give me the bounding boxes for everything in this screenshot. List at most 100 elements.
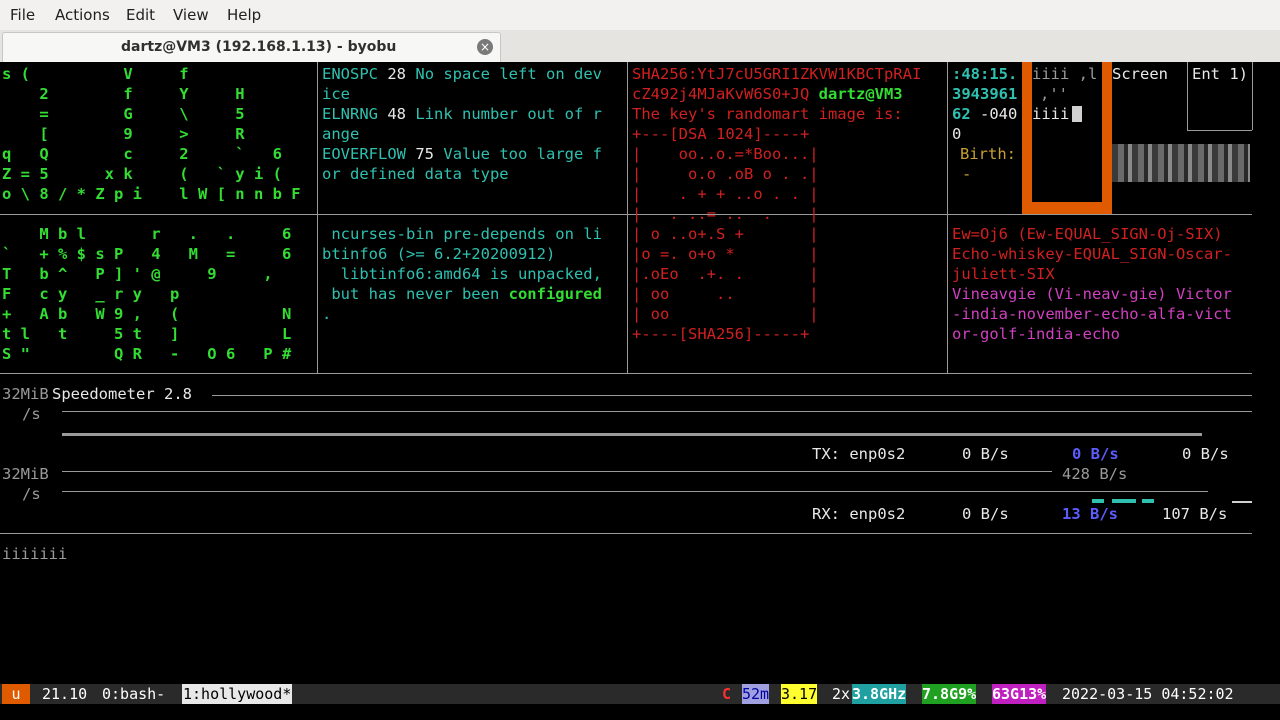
- orange-frame-right: [1102, 62, 1112, 212]
- randomart-row: |.oEo .+. . |: [632, 265, 819, 283]
- errno-desc-cont: ange: [322, 125, 360, 143]
- matrix-row: M b l r . . 6: [2, 225, 292, 243]
- matrix-row: ` + % $ s P 4 M = 6: [2, 245, 292, 263]
- rx-graph-bar: [1142, 499, 1154, 503]
- menu-view[interactable]: View: [173, 6, 209, 24]
- apt-line: but has never been: [322, 285, 509, 303]
- stat-birth: Birth:: [960, 145, 1016, 163]
- graph-line: [212, 395, 1252, 396]
- errno-name: EOVERFLOW: [322, 145, 406, 163]
- menu-actions[interactable]: Actions: [55, 6, 110, 24]
- graph-line: [62, 471, 1052, 472]
- noise-block: [1112, 144, 1250, 182]
- cpu-cores: 2x: [832, 685, 851, 703]
- errno-num: 75: [415, 145, 435, 163]
- orange-frame-left: [1022, 62, 1032, 212]
- stat-zero: 0: [952, 125, 962, 143]
- errno-name: ENOSPC: [322, 65, 378, 83]
- matrix-row: + A b W 9 , ( N: [2, 305, 292, 323]
- stat-screen: Screen: [1112, 65, 1168, 83]
- stat-time: :48:15.: [952, 65, 1018, 83]
- rx-label: RX: enp0s2: [812, 505, 906, 523]
- matrix-row: q Q c 2 ` 6: [2, 145, 282, 163]
- phonetic-line: Ew=Oj6 (Ew-EQUAL_SIGN-Oj-SIX): [952, 225, 1223, 243]
- stat-iiii: iiii ,l: [1032, 65, 1098, 83]
- randomart-row: | o.o .oB o . .|: [632, 165, 819, 183]
- matrix-row: o \ 8 / * Z p i l W [ n n b F: [2, 185, 301, 203]
- phonetic-line: Echo-whiskey-EQUAL_SIGN-Oscar-: [952, 245, 1232, 263]
- errno-desc: No space left on dev: [415, 65, 602, 83]
- cpu-frequency-badge: 3.8GHz: [852, 684, 907, 704]
- tx-unit-s: /s: [22, 405, 41, 423]
- stat-tz: -040: [980, 105, 1018, 123]
- tab-strip: dartz@VM3 (192.168.1.13) - byobu ×: [0, 30, 1280, 62]
- errno-name: ELNRNG: [322, 105, 378, 123]
- shell-output[interactable]: iiiiiii: [2, 544, 67, 564]
- menu-bar: File Actions Edit View Help: [0, 0, 1280, 31]
- errno-desc: Value too large f: [443, 145, 602, 163]
- ubuntu-logo-badge: u: [2, 684, 30, 704]
- menu-help[interactable]: Help: [227, 6, 261, 24]
- randomart-row: |o =. o+o * |: [632, 245, 819, 263]
- tx-unit: 32MiB: [2, 385, 49, 403]
- errno-desc-cont: ice: [322, 85, 350, 103]
- matrix-row: T b ^ P ] ' @ 9 ,: [2, 265, 273, 283]
- cpu-indicator-icon: C: [722, 685, 732, 703]
- matrix-row: Z = 5 x k ( ` y i (: [2, 165, 282, 183]
- rx-value: 13 B/s: [1062, 505, 1118, 523]
- uptime-badge: 52m: [742, 684, 770, 704]
- matrix-row: S " Q R - O 6 P #: [2, 345, 292, 363]
- rx-unit: 32MiB: [2, 465, 49, 483]
- randomart-row: | oo |: [632, 305, 819, 323]
- terminal-bottom-margin: [0, 704, 1280, 720]
- phonetic-line: juliett-SIX: [952, 265, 1055, 283]
- apt-line: libtinfo6:amd64 is unpacked,: [322, 265, 602, 283]
- orange-frame-bottom: [1022, 202, 1112, 214]
- menu-file[interactable]: File: [10, 6, 35, 24]
- sha-fingerprint-cont: cZ492j4MJaKvW6S0+JQ: [632, 85, 810, 103]
- stat-dash: -: [962, 165, 972, 183]
- tab-title: dartz@VM3 (192.168.1.13) - byobu: [121, 39, 397, 55]
- stat-inode: 3943961: [952, 85, 1018, 103]
- disk-badge: 63G13%: [992, 684, 1047, 704]
- close-tab-icon[interactable]: ×: [477, 39, 493, 55]
- window-tab-1-active[interactable]: 1:hollywood*: [182, 684, 293, 704]
- stat-iiii: iiii: [1032, 105, 1070, 123]
- divider: [947, 62, 948, 373]
- memory-badge: 7.8G9%: [922, 684, 977, 704]
- menu-edit[interactable]: Edit: [126, 6, 155, 24]
- divider: [0, 373, 1252, 374]
- matrix-row: t l t 5 t ] L: [2, 325, 292, 343]
- matrix-row: = G \ 5: [2, 105, 245, 123]
- stat-ent: Ent 1): [1192, 65, 1248, 83]
- matrix-row: 2 f Y H: [2, 85, 245, 103]
- errno-desc-cont: or defined data type: [322, 165, 509, 183]
- stat-quote: ,'': [1040, 85, 1068, 103]
- graph-line: [62, 491, 1208, 492]
- phonetic-line: or-golf-india-echo: [952, 325, 1120, 343]
- phonetic-line: Vineavgie (Vi-neav-gie) Victor: [952, 285, 1232, 303]
- window-tab-0[interactable]: 0:bash-: [102, 684, 165, 704]
- stat-mode: 62: [952, 105, 971, 123]
- tx-graph-baseline: [62, 433, 1202, 436]
- matrix-row: s ( V f: [2, 65, 189, 83]
- errno-desc: Link number out of r: [415, 105, 602, 123]
- divider: [1187, 130, 1252, 131]
- randomart-row: | . ..= .. . |: [632, 205, 819, 223]
- rx-graph-bar: [1232, 501, 1252, 503]
- cursor-block: [1072, 106, 1082, 122]
- randomart-caption: The key's randomart image is:: [632, 105, 903, 123]
- errno-num: 28: [387, 65, 407, 83]
- rx-unit-s: /s: [22, 485, 41, 503]
- tx-value: 0 B/s: [1072, 445, 1119, 463]
- speedometer-title: Speedometer 2.8: [52, 385, 192, 403]
- apt-line: ncurses-bin pre-depends on li: [322, 225, 602, 243]
- sha-fingerprint: SHA256:YtJ7cU5GRI1ZKVW1KBCTpRAI: [632, 65, 922, 83]
- tx-value: 0 B/s: [1182, 445, 1229, 463]
- tx-peak: 428 B/s: [1062, 465, 1128, 483]
- terminal-area[interactable]: s ( V f 2 f Y H = G \ 5 [ 9 > R q Q c 2 `…: [0, 62, 1280, 720]
- tx-value: 0 B/s: [962, 445, 1009, 463]
- matrix-row: F c y _ r y p: [2, 285, 180, 303]
- terminal-tab[interactable]: dartz@VM3 (192.168.1.13) - byobu ×: [2, 32, 501, 62]
- load-average-badge: 3.17: [781, 684, 818, 704]
